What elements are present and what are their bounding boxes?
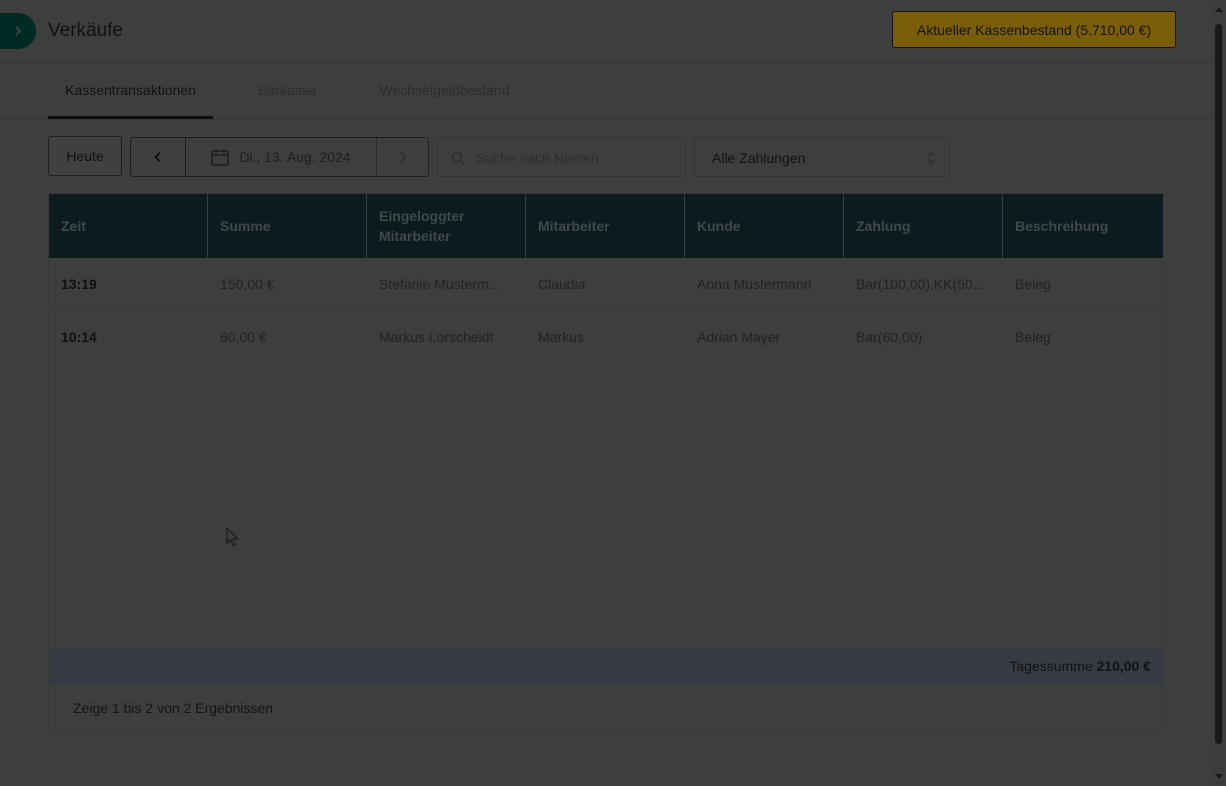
cell-mitarbeiter: Markus (538, 329, 584, 345)
column-header-summe[interactable]: Summe (208, 194, 367, 258)
cell-mitarbeiter: Claudia (538, 276, 586, 292)
date-picker[interactable]: Di., 13. Aug. 2024 (185, 138, 376, 176)
scroll-down-arrow-icon[interactable] (1215, 772, 1223, 780)
transactions-table: Zeit Summe Eingeloggter Mitarbeiter Mita… (48, 193, 1163, 730)
chevron-right-icon (15, 26, 22, 36)
page-header: Verkäufe Aktueller Kassenbestand (5.710,… (0, 0, 1212, 64)
today-button[interactable]: Heute (48, 136, 122, 176)
table-row[interactable]: 10:14 60,00 € Markus Lorscheidt Markus A… (49, 311, 1163, 364)
column-header-eingeloggter-mitarbeiter[interactable]: Eingeloggter Mitarbeiter (367, 194, 526, 258)
column-header-zahlung[interactable]: Zahlung (844, 194, 1003, 258)
search-field (437, 137, 686, 178)
pagination-word-to: bis (123, 700, 142, 716)
tab-bar: Kassentransaktionen Barkasse Wechselgeld… (0, 64, 1212, 120)
scrollbar-thumb[interactable] (1215, 24, 1222, 744)
chevron-right-icon (400, 151, 407, 163)
pagination-summary: Zeige 1 bis 2 von 2 Ergebnissen (73, 700, 273, 716)
previous-day-button[interactable] (131, 138, 186, 176)
tab-barkasse[interactable]: Barkasse (240, 64, 335, 119)
tab-wechselgeldbestand[interactable]: Wechselgeldbestand (362, 64, 527, 119)
cell-zahlung: Bar(60,00) (856, 329, 923, 345)
cell-beschreibung: Beleg (1015, 276, 1051, 292)
calendar-icon (211, 149, 230, 166)
search-input[interactable] (474, 138, 678, 178)
date-navigator: Di., 13. Aug. 2024 (130, 137, 429, 177)
next-day-button[interactable] (376, 138, 429, 176)
scroll-up-arrow-icon[interactable] (1215, 6, 1223, 14)
column-header-beschreibung[interactable]: Beschreibung (1003, 194, 1163, 258)
cell-summe: 60,00 € (220, 329, 267, 345)
chevron-left-icon (154, 151, 161, 163)
column-header-kunde[interactable]: Kunde (685, 194, 844, 258)
cell-zahlung: Bar(100,00),KK(50... (856, 276, 985, 292)
sidebar-toggle-button[interactable] (0, 13, 36, 49)
payment-filter-value: Alle Zahlungen (712, 150, 806, 166)
daily-total-value: 210,00 € (1096, 658, 1152, 674)
mouse-cursor-icon (226, 527, 239, 547)
column-header-zeit[interactable]: Zeit (49, 194, 208, 258)
cell-kunde: Adrian Mayer (697, 329, 781, 345)
cell-beschreibung: Beleg (1015, 329, 1051, 345)
cell-zeit: 13:19 (61, 276, 97, 292)
daily-total-bar: Tagessumme 210,00 € (49, 649, 1163, 684)
pagination-suffix: Ergebnissen (195, 700, 274, 716)
cash-balance-button[interactable]: Aktueller Kassenbestand (5.710,00 €) (892, 11, 1176, 48)
pagination-prefix: Zeige (73, 700, 109, 716)
pagination-from: 1 (111, 700, 120, 716)
payment-filter-select[interactable]: Alle Zahlungen (694, 137, 950, 177)
pagination-total: 2 (183, 700, 192, 716)
page-title: Verkäufe (48, 20, 123, 41)
cell-zeit: 10:14 (61, 329, 97, 345)
pagination-word-of: von (157, 700, 180, 716)
daily-total: Tagessumme 210,00 € (1009, 658, 1151, 674)
table-header: Zeit Summe Eingeloggter Mitarbeiter Mita… (49, 194, 1163, 258)
table-row[interactable]: 13:19 150,00 € Stefanie Musterm... Claud… (49, 258, 1163, 311)
date-label: Di., 13. Aug. 2024 (239, 149, 351, 165)
search-icon (451, 151, 465, 165)
daily-total-label: Tagessumme (1009, 658, 1093, 674)
page-scrollbar[interactable] (1212, 0, 1226, 786)
tab-kassentransaktionen[interactable]: Kassentransaktionen (48, 64, 213, 119)
filter-toolbar: Heute Di., 13. Aug. 2024 Suche nach Name… (0, 136, 1212, 178)
cell-eingeloggter-mitarbeiter: Markus Lorscheidt (379, 329, 494, 345)
cell-summe: 150,00 € (220, 276, 275, 292)
pagination-to: 2 (145, 700, 154, 716)
cell-kunde: Anna Mustermann (697, 276, 812, 292)
chevron-up-down-icon (927, 152, 935, 164)
cell-eingeloggter-mitarbeiter: Stefanie Musterm... (379, 276, 501, 292)
column-header-mitarbeiter[interactable]: Mitarbeiter (526, 194, 685, 258)
